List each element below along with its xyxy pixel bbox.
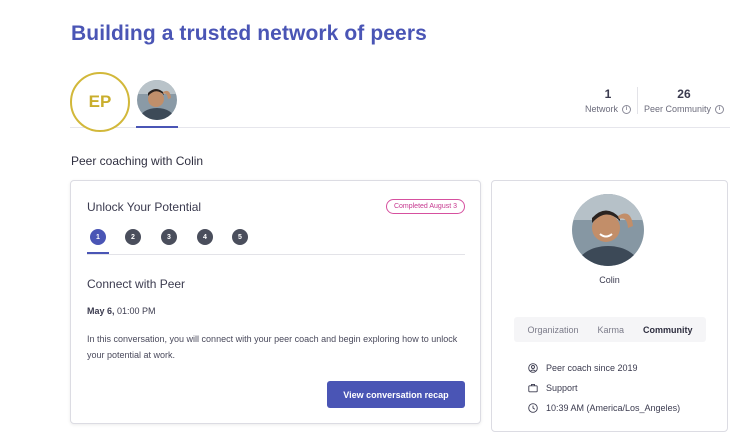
peer-name: Colin — [599, 275, 620, 285]
step-datetime: May 6, 01:00 PM — [87, 306, 156, 316]
step-date: May 6, — [87, 306, 115, 316]
tab-community[interactable]: Community — [643, 325, 693, 335]
step-description: In this conversation, you will connect w… — [87, 334, 458, 360]
peer-profile-card: Colin Organization Karma Community Peer … — [491, 180, 728, 432]
active-step-underline — [87, 252, 109, 254]
session-steps: 1 2 3 4 5 — [87, 229, 465, 255]
status-badge: Completed August 3 — [385, 199, 465, 214]
section-title: Peer coaching with Colin — [71, 154, 204, 168]
peer-avatar-tab[interactable] — [136, 80, 178, 128]
info-icon[interactable]: i — [715, 104, 724, 114]
detail-coach-since-text: Peer coach since 2019 — [546, 363, 638, 373]
detail-department: Support — [528, 383, 578, 393]
session-title: Unlock Your Potential — [87, 200, 202, 214]
stat-network[interactable]: 1 Network i — [579, 87, 637, 114]
step-2[interactable]: 2 — [125, 229, 141, 245]
network-stats: 1 Network i 26 Peer Community i — [579, 87, 730, 114]
peer-photo — [572, 194, 644, 266]
tab-karma[interactable]: Karma — [598, 325, 625, 335]
peer-avatar — [137, 80, 177, 120]
stat-network-value: 1 — [604, 87, 612, 101]
detail-department-text: Support — [546, 383, 578, 393]
step-title: Connect with Peer — [87, 277, 186, 291]
peer-tabs: Organization Karma Community — [514, 317, 706, 342]
detail-local-time: 10:39 AM (America/Los_Angeles) — [528, 403, 680, 413]
info-icon[interactable]: i — [621, 104, 631, 114]
view-recap-button[interactable]: View conversation recap — [327, 381, 465, 408]
user-circle-icon — [528, 363, 538, 373]
step-3[interactable]: 3 — [161, 229, 177, 245]
page-title: Building a trusted network of peers — [71, 22, 427, 45]
network-avatar-row: EP 1 Network i 26 Peer Community i — [70, 72, 730, 132]
tab-organization[interactable]: Organization — [527, 325, 578, 335]
session-card: Unlock Your Potential Completed August 3… — [70, 180, 481, 424]
clock-icon — [528, 403, 538, 413]
briefcase-icon — [528, 383, 538, 393]
step-5[interactable]: 5 — [232, 229, 248, 245]
user-initials-avatar[interactable]: EP — [70, 72, 130, 132]
stat-peer-community[interactable]: 26 Peer Community i — [636, 87, 730, 114]
step-time: 01:00 PM — [117, 306, 156, 316]
step-1[interactable]: 1 — [90, 229, 106, 245]
detail-local-time-text: 10:39 AM (America/Los_Angeles) — [546, 403, 681, 413]
detail-coach-since: Peer coach since 2019 — [528, 363, 638, 373]
stat-peer-community-value: 26 — [677, 87, 691, 101]
stat-network-label: Network — [584, 104, 618, 114]
step-4[interactable]: 4 — [197, 229, 213, 245]
stat-peer-community-label: Peer Community — [643, 104, 711, 114]
